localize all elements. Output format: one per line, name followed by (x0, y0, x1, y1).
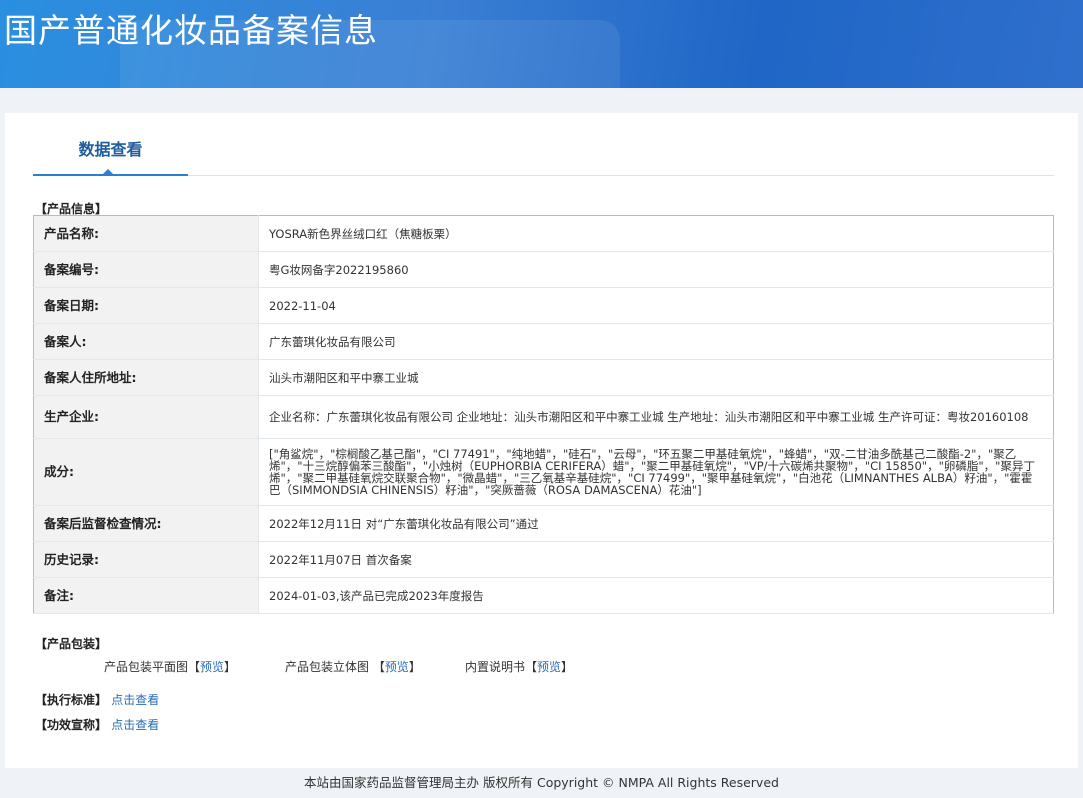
package-3d-label: 产品包装立体图 (285, 660, 373, 674)
row-label: 备案人: (33, 323, 259, 360)
table-row: 历史记录: 2022年11月07日 首次备案 (33, 541, 1054, 578)
manual-preview-link[interactable]: 预览 (537, 660, 561, 674)
manual-label: 内置说明书 (465, 660, 526, 674)
row-label: 生产企业: (33, 395, 259, 439)
row-label: 备注: (33, 577, 259, 614)
efficacy-row: 【功效宣称】 点击查看 (35, 716, 159, 733)
row-label: 成分: (33, 438, 259, 506)
table-row: 备案人: 广东蕾琪化妆品有限公司 (33, 323, 1054, 360)
package-flat-item: 产品包装平面图【预览】 (104, 660, 237, 674)
row-value: 2022年12月11日 对“广东蕾琪化妆品有限公司”通过 (258, 505, 1054, 542)
standard-link[interactable]: 点击查看 (111, 693, 159, 707)
package-flat-label: 产品包装平面图 (104, 660, 189, 674)
row-label: 备案后监督检查情况: (33, 505, 259, 542)
row-value: ["角鲨烷"，"棕榈酸乙基己酯"，"CI 77491"，"纯地蜡"，"硅石"，"… (258, 438, 1054, 506)
row-label: 历史记录: (33, 541, 259, 578)
efficacy-link[interactable]: 点击查看 (111, 718, 159, 732)
package-3d-item: 产品包装立体图 【预览】 (285, 660, 421, 674)
product-info-table: 产品名称: YOSRA新色界丝绒口红（焦糖板栗） 备案编号: 粤G妆网备字202219… (33, 215, 1054, 614)
efficacy-label: 【功效宣称】 (35, 718, 108, 732)
standard-row: 【执行标准】 点击查看 (35, 691, 159, 708)
row-value: 2022-11-04 (258, 287, 1054, 324)
row-value: 2022年11月07日 首次备案 (258, 541, 1054, 578)
row-value: 广东蕾琪化妆品有限公司 (258, 323, 1054, 360)
table-row: 备注: 2024-01-03,该产品已完成2023年度报告 (33, 577, 1054, 614)
row-value: YOSRA新色界丝绒口红（焦糖板栗） (258, 215, 1054, 252)
row-label: 产品名称: (33, 215, 259, 252)
tab-data-view[interactable]: 数据查看 (33, 135, 188, 176)
package-3d-preview-link[interactable]: 预览 (385, 660, 409, 674)
package-flat-preview-link[interactable]: 预览 (200, 660, 224, 674)
row-value: 企业名称：广东蕾琪化妆品有限公司 企业地址：汕头市潮阳区和平中寨工业城 生产地址… (258, 395, 1054, 439)
table-row: 备案人住所地址: 汕头市潮阳区和平中寨工业城 (33, 359, 1054, 396)
manual-item: 内置说明书【预览】 (465, 660, 574, 674)
table-row: 产品名称: YOSRA新色界丝绒口红（焦糖板栗） (33, 215, 1054, 252)
standard-label: 【执行标准】 (35, 693, 108, 707)
page-header: 国产普通化妆品备案信息 (0, 0, 1083, 88)
content-panel: 数据查看 【产品信息】 产品名称: YOSRA新色界丝绒口红（焦糖板栗） 备案编号:… (5, 113, 1078, 768)
table-row: 备案日期: 2022-11-04 (33, 287, 1054, 324)
table-row: 备案编号: 粤G妆网备字2022195860 (33, 251, 1054, 288)
row-value: 2024-01-03,该产品已完成2023年度报告 (258, 577, 1054, 614)
table-row: 备案后监督检查情况: 2022年12月11日 对“广东蕾琪化妆品有限公司”通过 (33, 505, 1054, 542)
table-row: 生产企业: 企业名称：广东蕾琪化妆品有限公司 企业地址：汕头市潮阳区和平中寨工业城… (33, 395, 1054, 439)
row-value: 粤G妆网备字2022195860 (258, 251, 1054, 288)
row-label: 备案人住所地址: (33, 359, 259, 396)
page-title: 国产普通化妆品备案信息 (4, 11, 378, 50)
packaging-heading: 【产品包装】 (35, 637, 108, 651)
row-label: 备案编号: (33, 251, 259, 288)
row-value: 汕头市潮阳区和平中寨工业城 (258, 359, 1054, 396)
table-row: 成分: ["角鲨烷"，"棕榈酸乙基己酯"，"CI 77491"，"纯地蜡"，"硅石… (33, 438, 1054, 506)
tab-bar: 数据查看 (33, 135, 1054, 176)
row-label: 备案日期: (33, 287, 259, 324)
footer: 本站由国家药品监督管理局主办 版权所有 Copyright © NMPA All… (304, 775, 779, 790)
